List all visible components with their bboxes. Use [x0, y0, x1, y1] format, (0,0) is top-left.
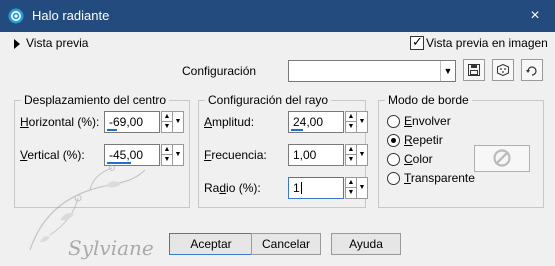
vertical-menu-icon[interactable]: ▼ — [172, 144, 184, 166]
amplitud-input[interactable]: 24,00 — [288, 111, 344, 133]
horizontal-slider-bar[interactable] — [107, 129, 117, 131]
edge-wrap-label[interactable]: Envolver — [404, 114, 451, 128]
label-accelerator: T — [404, 171, 411, 185]
label-part: mplitud: — [212, 115, 255, 129]
reset-button[interactable] — [521, 59, 543, 81]
label-part: recuencia: — [211, 148, 267, 162]
radio-menu-icon[interactable]: ▼ — [356, 177, 368, 199]
radio-input[interactable]: 1 — [288, 177, 344, 199]
label-accelerator: C — [404, 152, 413, 166]
label-part: olor — [412, 152, 433, 166]
title-bar[interactable]: Halo radiante × — [0, 0, 555, 32]
config-select[interactable]: ▼ — [288, 60, 456, 82]
edge-wrap-radio[interactable] — [387, 115, 400, 128]
help-button[interactable]: Ayuda — [331, 233, 401, 255]
label-part: Ra — [204, 181, 220, 195]
label-part: ransparente — [410, 171, 475, 185]
no-color-icon — [493, 149, 511, 167]
amplitud-slider-bar[interactable] — [291, 129, 303, 131]
radio-label: Radio (%): — [204, 181, 261, 195]
accept-button[interactable]: Aceptar — [169, 233, 253, 255]
edge-transparent-label[interactable]: Transparente — [404, 171, 475, 185]
label-accelerator: E — [404, 114, 413, 128]
center-offset-legend: Desplazamiento del centro — [21, 93, 170, 107]
chevron-down-icon[interactable]: ▼ — [440, 61, 455, 81]
edge-color-radio[interactable] — [387, 153, 400, 166]
random-button[interactable] — [492, 59, 514, 81]
preview-toggle-label: Vista previa — [26, 36, 89, 50]
close-icon[interactable]: × — [525, 6, 545, 26]
horizontal-menu-icon[interactable]: ▼ — [172, 111, 184, 133]
label-accelerator: A — [204, 115, 213, 129]
window-title: Halo radiante — [32, 8, 110, 23]
watermark-signature: Sylviane — [68, 236, 154, 260]
radio-value-wrap: 1 — [293, 181, 302, 195]
edge-color-label[interactable]: Color — [404, 152, 433, 166]
label-accelerator: H — [20, 115, 29, 129]
reset-icon — [526, 66, 537, 76]
horizontal-value: -69,00 — [109, 115, 144, 129]
label-part: orizontal (%): — [28, 115, 100, 129]
app-icon — [8, 8, 24, 24]
preview-on-image-label: Vista previa en imagen — [426, 36, 548, 50]
edge-repeat-radio[interactable] — [387, 134, 400, 147]
save-preset-button[interactable] — [463, 59, 485, 81]
amplitud-label: Amplitud: — [204, 115, 254, 129]
frecuencia-label: Frecuencia: — [204, 148, 267, 162]
config-label: Configuración — [182, 64, 257, 78]
label-part: epetir — [412, 133, 443, 147]
radio-value: 1 — [293, 181, 300, 195]
frecuencia-input[interactable]: 1,00 — [288, 144, 344, 166]
label-part: nvolver — [412, 114, 451, 128]
edge-transparent-radio[interactable] — [387, 172, 400, 185]
expand-triangle-icon — [14, 39, 20, 49]
text-cursor — [300, 182, 302, 194]
edge-mode-legend: Modo de borde — [385, 93, 472, 107]
label-accelerator: R — [404, 133, 413, 147]
cancel-button[interactable]: Cancelar — [251, 233, 321, 255]
ray-settings-legend: Configuración del rayo — [205, 93, 332, 107]
edge-repeat-label[interactable]: Repetir — [404, 133, 443, 147]
amplitud-value: 24,00 — [293, 115, 324, 129]
horizontal-input[interactable]: -69,00 — [104, 111, 160, 133]
horizontal-label: Horizontal (%): — [20, 115, 99, 129]
save-icon — [468, 64, 480, 76]
edge-color-swatch[interactable] — [474, 145, 530, 172]
frecuencia-menu-icon[interactable]: ▼ — [356, 144, 368, 166]
frecuencia-value: 1,00 — [293, 148, 317, 162]
dialog-window: Halo radiante × Vista previa ✓ Vista pre… — [0, 0, 555, 266]
dice-icon — [497, 63, 509, 77]
label-part: io (%): — [226, 181, 261, 195]
checkmark-icon: ✓ — [412, 34, 423, 49]
checkbox-box[interactable]: ✓ — [410, 34, 424, 50]
amplitud-menu-icon[interactable]: ▼ — [356, 111, 368, 133]
